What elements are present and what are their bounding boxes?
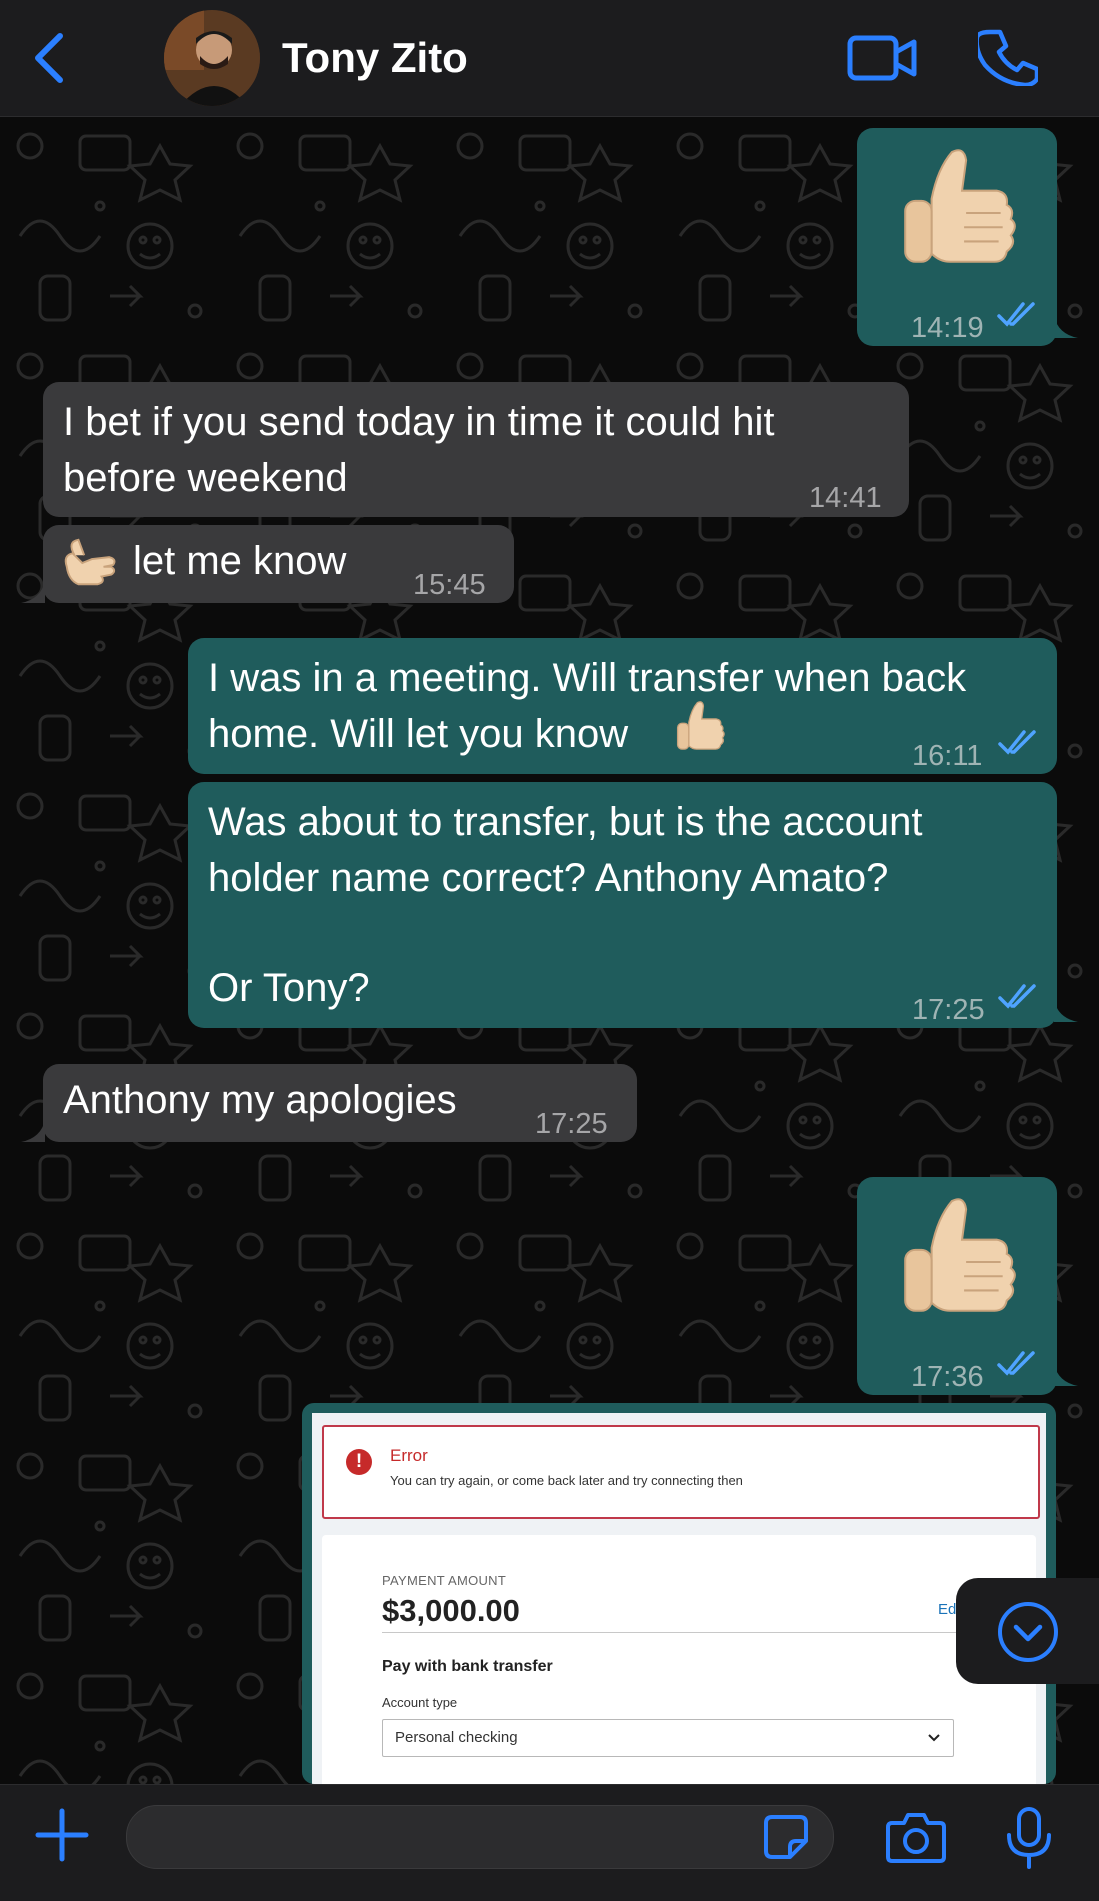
outgoing-message[interactable]: 17:36 [857,1177,1057,1395]
scroll-to-bottom-button[interactable] [956,1578,1099,1684]
message-time: 17:36 [911,1361,984,1393]
error-icon: ! [346,1449,372,1475]
image-attachment[interactable]: ! Error You can try again, or come back … [302,1403,1056,1784]
message-time: 17:25 [912,994,985,1026]
video-call-icon[interactable] [846,32,918,84]
message-time: 14:41 [809,482,882,514]
read-receipt-icon [998,984,1036,1009]
plus-icon[interactable] [34,1807,90,1863]
pay-with-label: Pay with bank transfer [382,1658,553,1675]
message-input[interactable] [126,1805,834,1869]
error-message: You can try again, or come back later an… [390,1473,743,1488]
message-text: before weekend [63,456,348,500]
message-text: Or Tony? [208,966,370,1010]
outgoing-message[interactable]: 14:19 [857,128,1057,346]
message-text: home. Will let you know [208,712,629,756]
incoming-message[interactable]: let me know 15:45 [43,525,514,603]
read-receipt-icon [997,302,1035,327]
outgoing-message[interactable]: Was about to transfer, but is the accoun… [188,782,1057,1028]
message-text: I was in a meeting. Will transfer when b… [208,656,967,700]
read-receipt-icon [998,730,1036,755]
divider [382,1632,976,1633]
message-composer [0,1784,1099,1901]
account-type-value: Personal checking [395,1729,518,1746]
chat-header: Tony Zito [0,0,1099,117]
incoming-message[interactable]: I bet if you send today in time it could… [43,382,909,517]
contact-avatar[interactable] [164,10,260,106]
message-text: Was about to transfer, but is the accoun… [208,800,923,844]
thumbs-up-emoji-icon [676,701,725,750]
message-time: 14:19 [911,312,984,344]
error-banner: ! Error You can try again, or come back … [322,1425,1040,1519]
payment-amount: $3,000.00 [382,1593,520,1628]
bubble-tail [21,1120,45,1142]
bubble-tail [1054,1364,1078,1386]
chevron-down-icon [928,1734,940,1742]
read-receipt-icon [997,1351,1035,1376]
payment-screenshot: ! Error You can try again, or come back … [312,1413,1046,1784]
contact-name[interactable]: Tony Zito [282,34,468,82]
microphone-icon[interactable] [1004,1805,1054,1871]
camera-icon[interactable] [886,1809,946,1865]
message-text: holder name correct? Anthony Amato? [208,856,889,900]
bubble-tail [1054,1000,1078,1022]
thumbs-up-emoji-icon [904,149,1016,263]
message-text: I bet if you send today in time it could… [63,400,775,444]
sticker-icon[interactable] [762,1813,810,1861]
bubble-tail [21,581,45,603]
phone-call-icon[interactable] [978,26,1038,86]
thumbs-up-emoji-icon [904,1198,1016,1312]
account-type-select: Personal checking [382,1719,954,1757]
bubble-tail [1054,316,1078,338]
incoming-message[interactable]: Anthony my apologies 17:25 [43,1064,637,1142]
outgoing-message[interactable]: I was in a meeting. Will transfer when b… [188,638,1057,774]
chevron-down-circle-icon [998,1602,1058,1662]
payment-amount-label: PAYMENT AMOUNT [382,1573,507,1588]
account-type-label: Account type [382,1695,458,1710]
back-chevron-icon[interactable] [30,28,70,88]
message-time: 16:11 [912,740,983,772]
message-time: 17:25 [535,1108,608,1140]
message-text: Anthony my apologies [63,1078,457,1122]
error-title: Error [390,1446,428,1465]
message-text: let me know [133,539,347,583]
call-me-hand-emoji-icon [64,538,116,586]
payment-panel: PAYMENT AMOUNT $3,000.00 Edi Pay with ba… [322,1535,1036,1784]
message-time: 15:45 [413,569,486,601]
